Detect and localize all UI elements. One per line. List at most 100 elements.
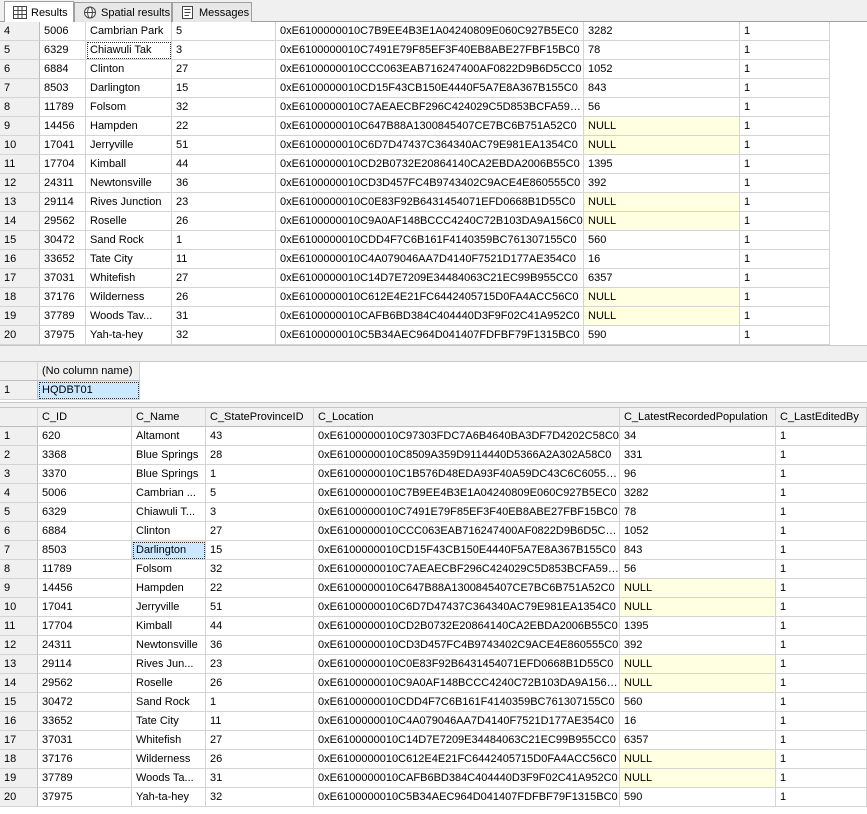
c-latest-recorded-population-cell[interactable]: 1052 xyxy=(620,522,776,541)
c-name-cell[interactable]: Sand Rock xyxy=(86,231,172,250)
c-name-cell[interactable]: Tate City xyxy=(132,712,206,731)
table-row[interactable]: 12 24311 Newtonsville 36 0xE6100000010CD3D45… xyxy=(0,174,830,193)
c-location-cell[interactable]: 0xE6100000010C5B34AEC964D041407FDFBF79F1… xyxy=(276,326,584,345)
c-state-province-id-cell[interactable]: 22 xyxy=(172,117,276,136)
c-name-cell[interactable]: Altamont xyxy=(132,427,206,446)
c-id-cell[interactable]: 6329 xyxy=(38,503,132,522)
c-id-cell[interactable]: 33652 xyxy=(38,712,132,731)
c-id-cell[interactable]: 3368 xyxy=(38,446,132,465)
row-header[interactable]: 1 xyxy=(0,381,38,400)
c-name-cell[interactable]: Kimball xyxy=(86,155,172,174)
c-location-cell[interactable]: 0xE6100000010C647B88A1300845407CE7BC6B75… xyxy=(276,117,584,136)
c-id-cell[interactable]: 6884 xyxy=(40,60,86,79)
row-header[interactable]: 13 xyxy=(0,655,38,674)
row-header[interactable]: 7 xyxy=(0,79,40,98)
c-last-edited-by-cell[interactable]: 1 xyxy=(776,769,867,788)
c-location-cell[interactable]: 0xE6100000010C7491E79F85EF3F40EB8ABE27FB… xyxy=(314,503,620,522)
c-location-cell[interactable]: 0xE6100000010CD3D457FC4B9743402C9ACE4E86… xyxy=(314,636,620,655)
table-row[interactable]: 16 33652 Tate City 11 0xE6100000010C4A079046… xyxy=(0,712,867,731)
c-state-province-id-cell[interactable]: 1 xyxy=(206,465,314,484)
table-row[interactable]: 10 17041 Jerryville 51 0xE6100000010C6D7D474… xyxy=(0,136,830,155)
c-latest-recorded-population-cell[interactable]: 590 xyxy=(584,326,740,345)
c-state-province-id-cell[interactable]: 32 xyxy=(172,326,276,345)
column-header-c-name[interactable]: C_Name xyxy=(132,408,206,427)
row-header[interactable]: 8 xyxy=(0,560,38,579)
table-row[interactable]: 20 37975 Yah-ta-hey 32 0xE6100000010C5B34AEC… xyxy=(0,788,867,807)
c-id-cell[interactable]: 11789 xyxy=(40,98,86,117)
c-last-edited-by-cell[interactable]: 1 xyxy=(740,269,830,288)
c-id-cell[interactable]: 17704 xyxy=(40,155,86,174)
c-state-province-id-cell[interactable]: 32 xyxy=(172,98,276,117)
row-header[interactable]: 4 xyxy=(0,22,40,41)
results-grid-2[interactable]: (No column name) 1 HQDBT01 xyxy=(0,362,867,404)
c-state-province-id-cell[interactable]: 26 xyxy=(172,288,276,307)
row-header[interactable]: 17 xyxy=(0,269,40,288)
c-latest-recorded-population-cell[interactable]: NULL xyxy=(620,750,776,769)
c-name-cell[interactable]: Newtonsville xyxy=(86,174,172,193)
table-row[interactable]: 9 14456 Hampden 22 0xE6100000010C647B88A1300… xyxy=(0,579,867,598)
c-state-province-id-cell[interactable]: 27 xyxy=(206,731,314,750)
c-state-province-id-cell[interactable]: 3 xyxy=(172,41,276,60)
c-state-province-id-cell[interactable]: 44 xyxy=(206,617,314,636)
c-latest-recorded-population-cell[interactable]: NULL xyxy=(584,136,740,155)
c-last-edited-by-cell[interactable]: 1 xyxy=(776,693,867,712)
c-latest-recorded-population-cell[interactable]: 843 xyxy=(584,79,740,98)
c-id-cell[interactable]: 24311 xyxy=(40,174,86,193)
c-latest-recorded-population-cell[interactable]: 96 xyxy=(620,465,776,484)
c-location-cell[interactable]: 0xE6100000010C4A079046AA7D4140F7521D177A… xyxy=(314,712,620,731)
c-id-cell[interactable]: 30472 xyxy=(40,231,86,250)
table-row[interactable]: 10 17041 Jerryville 51 0xE6100000010C6D7D474… xyxy=(0,598,867,617)
c-id-cell[interactable]: 37975 xyxy=(38,788,132,807)
row-header[interactable]: 6 xyxy=(0,60,40,79)
c-state-province-id-cell[interactable]: 1 xyxy=(206,693,314,712)
c-last-edited-by-cell[interactable]: 1 xyxy=(776,541,867,560)
c-id-cell[interactable]: 29562 xyxy=(40,212,86,231)
c-id-cell[interactable]: 8503 xyxy=(38,541,132,560)
c-name-cell[interactable]: Clinton xyxy=(86,60,172,79)
c-state-province-id-cell[interactable]: 51 xyxy=(206,598,314,617)
table-row[interactable]: 19 37789 Woods Tav... 31 0xE6100000010CAFB6B… xyxy=(0,307,830,326)
c-location-cell[interactable]: 0xE6100000010C5B34AEC964D041407FDFBF79F1… xyxy=(314,788,620,807)
table-row[interactable]: 13 29114 Rives Junction 23 0xE6100000010C0E8… xyxy=(0,193,830,212)
c-last-edited-by-cell[interactable]: 1 xyxy=(776,788,867,807)
c-name-cell[interactable]: Whitefish xyxy=(86,269,172,288)
c-last-edited-by-cell[interactable]: 1 xyxy=(776,579,867,598)
c-location-cell[interactable]: 0xE6100000010CDD4F7C6B161F4140359BC76130… xyxy=(314,693,620,712)
results-grid-1[interactable]: 4 5006 Cambrian Park 5 0xE6100000010C7B9EE4B… xyxy=(0,22,830,345)
c-latest-recorded-population-cell[interactable]: 56 xyxy=(584,98,740,117)
c-state-province-id-cell[interactable]: 23 xyxy=(206,655,314,674)
c-location-cell[interactable]: 0xE6100000010C612E4E21FC6442405715D0FA4A… xyxy=(276,288,584,307)
c-latest-recorded-population-cell[interactable]: 843 xyxy=(620,541,776,560)
c-last-edited-by-cell[interactable]: 1 xyxy=(740,250,830,269)
c-latest-recorded-population-cell[interactable]: 16 xyxy=(620,712,776,731)
column-header-c-last-edited-by[interactable]: C_LastEditedBy xyxy=(776,408,867,427)
c-latest-recorded-population-cell[interactable]: 331 xyxy=(620,446,776,465)
tab-messages[interactable]: Messages xyxy=(172,2,252,22)
c-latest-recorded-population-cell[interactable]: NULL xyxy=(620,769,776,788)
c-last-edited-by-cell[interactable]: 1 xyxy=(740,98,830,117)
c-name-cell[interactable]: Hampden xyxy=(132,579,206,598)
c-name-cell[interactable]: Cambrian ... xyxy=(132,484,206,503)
c-id-cell[interactable]: 33652 xyxy=(40,250,86,269)
table-row[interactable]: 14 29562 Roselle 26 0xE6100000010C9A0AF148BC… xyxy=(0,674,867,693)
c-state-province-id-cell[interactable]: 3 xyxy=(206,503,314,522)
c-location-cell[interactable]: 0xE6100000010CCC063EAB716247400AF0822D9B… xyxy=(276,60,584,79)
column-header-c-location[interactable]: C_Location xyxy=(314,408,620,427)
table-row[interactable]: 5 6329 Chiawuli T... 3 0xE6100000010C7491E79… xyxy=(0,503,867,522)
c-state-province-id-cell[interactable]: 22 xyxy=(206,579,314,598)
c-location-cell[interactable]: 0xE6100000010C7AEAECBF296C424029C5D853BC… xyxy=(276,98,584,117)
c-latest-recorded-population-cell[interactable]: NULL xyxy=(620,655,776,674)
c-location-cell[interactable]: 0xE6100000010C4A079046AA7D4140F7521D177A… xyxy=(276,250,584,269)
row-header[interactable]: 20 xyxy=(0,788,38,807)
c-location-cell[interactable]: 0xE6100000010C7B9EE4B3E1A04240809E060C92… xyxy=(314,484,620,503)
row-header[interactable]: 11 xyxy=(0,155,40,174)
c-last-edited-by-cell[interactable]: 1 xyxy=(740,136,830,155)
table-row[interactable]: 14 29562 Roselle 26 0xE6100000010C9A0AF148BC… xyxy=(0,212,830,231)
grid-2-corner-cell[interactable] xyxy=(0,362,38,381)
row-header[interactable]: 5 xyxy=(0,503,38,522)
c-latest-recorded-population-cell[interactable]: 56 xyxy=(620,560,776,579)
c-latest-recorded-population-cell[interactable]: NULL xyxy=(584,193,740,212)
c-id-cell[interactable]: 5006 xyxy=(40,22,86,41)
c-state-province-id-cell[interactable]: 15 xyxy=(206,541,314,560)
row-header[interactable]: 18 xyxy=(0,750,38,769)
